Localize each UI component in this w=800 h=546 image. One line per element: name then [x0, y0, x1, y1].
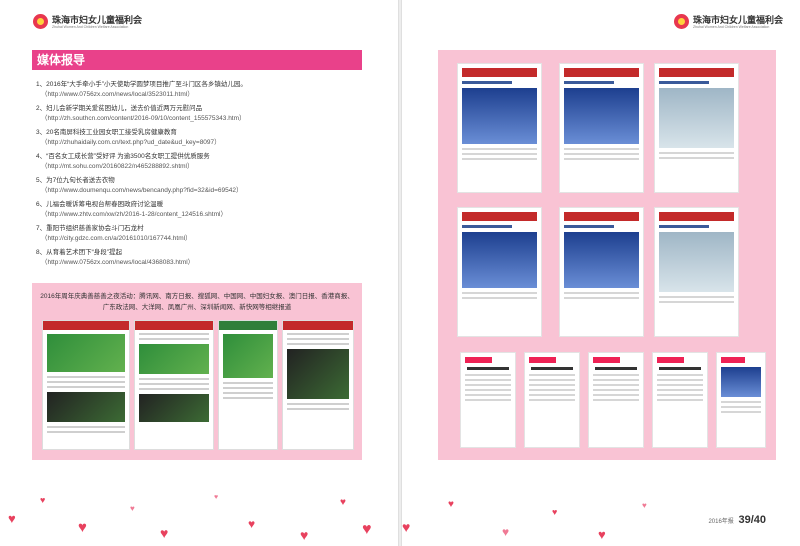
press-photo: [139, 394, 209, 422]
news-title: 1、2016年“大手牵小手”小天使助学圆梦项目推广至斗门区各乡镇幼儿园。: [36, 81, 247, 88]
news-title: 3、20名南屏科技工业园女职工接受乳房健康教育: [36, 129, 177, 136]
heart-icon: ♥: [160, 525, 169, 541]
heart-icon: ♥: [552, 507, 558, 517]
org-logo: 珠海市妇女儿童福利会 Zhuhai Women And Children Wel…: [33, 14, 142, 29]
news-link[interactable]: （http://mt.sohu.com/20160822/n465288892.…: [36, 162, 366, 172]
logo-icon: [33, 14, 48, 29]
news-link[interactable]: （http://www.0756zx.com/news/local/352301…: [36, 90, 366, 100]
logo-icon: [674, 14, 689, 29]
news-link[interactable]: （http://city.gdzc.com.cn/a/20161010/1677…: [36, 234, 366, 244]
news-title: 8、从育着艺术团下“身段”提起: [36, 249, 122, 256]
news-title: 7、重阳节组织慈善家协会斗门石龙村: [36, 225, 144, 232]
tv-screenshot: [559, 207, 644, 337]
news-link[interactable]: （http://www.doumenqu.com/news/bencandy.p…: [36, 186, 366, 196]
org-logo: 珠海市妇女儿童福利会 Zhuhai Women And Children Wel…: [674, 14, 783, 29]
news-item[interactable]: 3、20名南屏科技工业园女职工接受乳房健康教育 （http://zhuhaida…: [36, 128, 366, 152]
news-item[interactable]: 1、2016年“大手牵小手”小天使助学圆梦项目推广至斗门区各乡镇幼儿园。 （ht…: [36, 80, 366, 104]
heart-icon: ♥: [402, 519, 411, 535]
news-print-screenshot: [524, 352, 580, 448]
heart-icon: ♥: [598, 527, 606, 542]
press-coverage-caption: 2016年周年庆典善慈善之夜活动：腾讯网、南方日报、搜狐网、中国网、中国妇女报、…: [40, 293, 354, 311]
right-page: 珠海市妇女儿童福利会 Zhuhai Women And Children Wel…: [402, 0, 800, 546]
news-link[interactable]: （http://www.0756zx.com/news/local/436808…: [36, 258, 366, 268]
press-photo: [139, 344, 209, 374]
heart-icon: ♥: [502, 525, 510, 539]
org-name-cn: 珠海市妇女儿童福利会: [52, 14, 143, 25]
tv-coverage-box: [438, 50, 776, 460]
news-link[interactable]: （http://www.zhtv.com/xw/zh/2016-1-28/con…: [36, 210, 366, 220]
press-screenshot: [218, 320, 278, 450]
org-name-en: Zhuhai Women And Children Welfare Associ…: [52, 24, 129, 29]
heart-icon: ♥: [340, 497, 346, 508]
news-link[interactable]: （http://zhuhaidaily.com.cn/text.php?ud_d…: [36, 138, 366, 148]
press-screenshot: [134, 320, 214, 450]
heart-icon: ♥: [78, 519, 87, 536]
tv-screenshot: [654, 207, 739, 337]
press-screenshot-header: [135, 321, 213, 330]
news-item[interactable]: 4、“百名女工成长营”受好评 为逾3500名女职工提供优质服务 （http://…: [36, 152, 366, 176]
brochure-spread: 珠海市妇女儿童福利会 Zhuhai Women And Children Wel…: [0, 0, 800, 546]
heart-icon: ♥: [300, 527, 309, 543]
news-title: 6、儿福会暖诉筹电视台帮春困政府讨论温暖: [36, 201, 164, 208]
heart-icon: ♥: [214, 494, 219, 501]
heart-icon: ♥: [40, 495, 46, 505]
press-screenshot-header: [219, 321, 277, 330]
heart-icon: ♥: [362, 521, 372, 538]
page-footer: 2016年报 39/40: [708, 514, 766, 526]
news-link[interactable]: （http://zh.southcn.com/content/2016-09/1…: [36, 114, 366, 124]
press-screenshot-header: [283, 321, 353, 330]
tv-screenshot: [654, 63, 739, 193]
heart-icon: ♥: [130, 504, 135, 513]
press-screenshot-header: [43, 321, 129, 330]
news-print-screenshot: [716, 352, 766, 448]
news-title: 4、“百名女工成长营”受好评 为逾3500名女职工提供优质服务: [36, 153, 210, 160]
page-number: 39/40: [738, 514, 766, 526]
news-list: 1、2016年“大手牵小手”小天使助学圆梦项目推广至斗门区各乡镇幼儿园。 （ht…: [36, 80, 366, 272]
news-item[interactable]: 7、重阳节组织慈善家协会斗门石龙村 （http://city.gdzc.com.…: [36, 224, 366, 248]
org-name-cn: 珠海市妇女儿童福利会: [693, 14, 784, 25]
section-title: 媒体报导: [32, 50, 362, 70]
heart-icon: ♥: [448, 499, 454, 510]
press-photo: [287, 349, 349, 399]
news-title: 5、为7位九旬长者送去衣物: [36, 177, 115, 184]
news-title: 2、妇儿会新学期关爱贫困幼儿，送去价值近两万元慰问品: [36, 105, 203, 112]
press-coverage-box: 2016年周年庆典善慈善之夜活动：腾讯网、南方日报、搜狐网、中国网、中国妇女报、…: [32, 283, 362, 460]
news-print-screenshot: [460, 352, 516, 448]
news-item[interactable]: 8、从育着艺术团下“身段”提起 （http://www.0756zx.com/n…: [36, 248, 366, 272]
news-print-screenshot: [652, 352, 708, 448]
left-page: 珠海市妇女儿童福利会 Zhuhai Women And Children Wel…: [0, 0, 398, 546]
report-label: 2016年报: [708, 519, 734, 525]
news-item[interactable]: 2、妇儿会新学期关爱贫困幼儿，送去价值近两万元慰问品 （http://zh.so…: [36, 104, 366, 128]
heart-icon: ♥: [248, 517, 256, 531]
heart-icon: ♥: [642, 501, 647, 510]
tv-screenshot: [457, 63, 542, 193]
press-screenshot: [42, 320, 130, 450]
press-screenshot: [282, 320, 354, 450]
news-print-screenshot: [588, 352, 644, 448]
press-photo: [223, 334, 273, 378]
org-name-en: Zhuhai Women And Children Welfare Associ…: [693, 24, 770, 29]
heart-icon: ♥: [8, 511, 16, 526]
press-photo: [47, 392, 125, 422]
tv-screenshot: [559, 63, 644, 193]
press-photo: [47, 334, 125, 372]
tv-screenshot: [457, 207, 542, 337]
news-item[interactable]: 6、儿福会暖诉筹电视台帮春困政府讨论温暖 （http://www.zhtv.co…: [36, 200, 366, 224]
news-item[interactable]: 5、为7位九旬长者送去衣物 （http://www.doumenqu.com/n…: [36, 176, 366, 200]
